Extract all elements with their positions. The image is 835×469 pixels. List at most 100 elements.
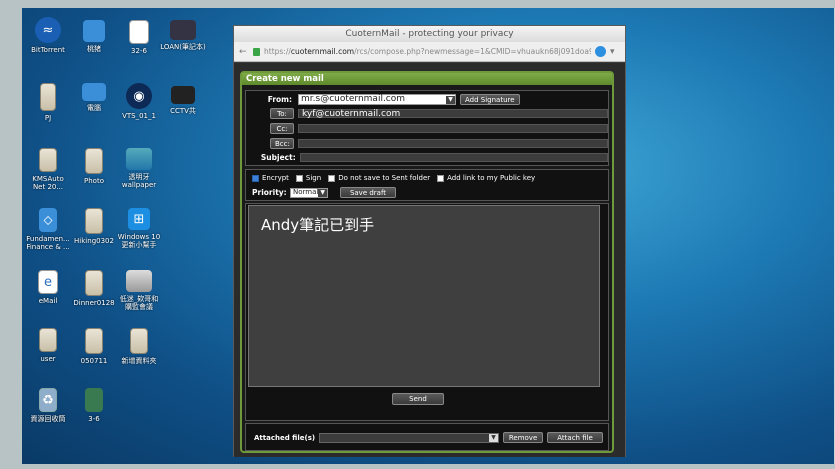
no-save-option[interactable]: Do not save to Sent folder [328,174,430,182]
address-bar[interactable]: ← https://cuoternmail.com/rcs/compose.ph… [234,42,625,62]
priority-select[interactable]: Normal ▼ [290,187,328,198]
attachments-section: Attached file(s) ▼ Remove Attach file [245,423,609,451]
header-section: From: mr.s@cuoternmail.com ▼ Add Signatu… [245,90,609,166]
folder-icon [40,83,56,111]
url-text[interactable]: https://cuoternmail.com/rcs/compose.php?… [264,47,591,56]
compose-panel: Create new mail From: mr.s@cuoternmail.c… [240,71,614,453]
to-button[interactable]: To: [270,108,294,119]
subject-field[interactable] [299,153,608,162]
options-section: Encrypt Sign Do not save to Sent folder … [245,169,609,201]
desktop-icon-cctv[interactable]: CCTV共 [156,86,210,115]
subject-row: Subject: [246,153,608,162]
bittorrent-icon: ≈ [35,17,61,43]
browser-window: CuoternMail - protecting your privacy ← … [233,25,626,457]
desktop-icon-label: 3-6 [88,415,100,423]
bcc-field[interactable] [298,139,608,148]
back-icon[interactable]: ← [239,47,249,57]
desktop-icon-wallpaper[interactable]: 透明牙 wallpaper [112,148,166,189]
desktop-icon-label: PJ [44,114,52,122]
folder-icon [83,20,105,42]
message-body-text: Andy筆記已到手 [261,216,375,234]
page-content: Create new mail From: mr.s@cuoternmail.c… [234,63,625,457]
attach-file-button[interactable]: Attach file [547,432,604,443]
from-label: From: [267,95,292,104]
priority-value: Normal [293,188,319,196]
lock-icon [253,47,260,56]
desktop-icon-label: 透明牙 wallpaper [121,173,157,189]
desktop-icon-label: Windows 10 更新小幫手 [117,233,161,249]
priority-label: Priority: [252,188,287,197]
url-prefix: https:// [264,47,291,56]
priority-row: Priority: Normal ▼ Save draft [252,187,396,198]
send-button[interactable]: Send [392,393,444,405]
desktop-icon-new-folder[interactable]: 新增資料夾 [112,328,166,365]
monitor-bezel [0,0,22,469]
from-value: mr.s@cuoternmail.com [301,94,406,104]
add-signature-button[interactable]: Add Signature [460,94,520,105]
from-row: From: mr.s@cuoternmail.com ▼ Add Signatu… [246,94,608,105]
message-body[interactable]: Andy筆記已到手 [248,205,600,387]
save-draft-button[interactable]: Save draft [340,187,396,198]
attachments-row: Attached file(s) ▼ Remove Attach file [254,432,604,443]
encrypt-checkbox[interactable] [252,174,259,182]
public-key-option[interactable]: Add link to my Public key [437,174,535,182]
sign-checkbox[interactable] [295,174,303,182]
url-path: /rcs/compose.php?newmessage=1&CMID=vhuau… [354,47,591,56]
document-icon [85,388,103,412]
desktop-icon-windows10[interactable]: ⊞ Windows 10 更新小幫手 [112,208,166,249]
desktop-icon-label: 新增資料夾 [121,357,157,365]
public-key-checkbox[interactable] [437,174,445,182]
chevron-down-icon: ▼ [446,95,455,104]
sign-option[interactable]: Sign [295,174,321,182]
subject-label: Subject: [260,153,296,162]
document-icon: ⬦ [39,208,57,232]
image-icon [126,270,152,292]
cc-field[interactable] [298,124,608,133]
desktop-icon-label: CCTV共 [170,107,196,115]
compose-title: Create new mail [242,73,612,85]
bcc-row: Bcc: [246,138,608,149]
encrypt-option[interactable]: Encrypt [252,174,289,182]
send-row: Send [392,393,444,405]
folder-icon [85,208,103,234]
image-icon [126,148,152,170]
app-icon [170,20,196,40]
monitor-bezel [0,0,835,8]
url-domain: cuoternmail.com [290,47,355,56]
desktop-icon-loan[interactable]: LOAN(筆記本) [156,20,210,51]
desktop-icon-label: LOAN(筆記本) [160,43,206,51]
desktop-icon-label: 低迷_欸哥和 購監會議 [119,295,159,311]
from-select[interactable]: mr.s@cuoternmail.com ▼ [298,94,456,105]
remove-button[interactable]: Remove [503,432,544,443]
attached-files-label: Attached file(s) [254,433,316,442]
options-row: Encrypt Sign Do not save to Sent folder … [252,174,542,182]
chevron-down-icon: ▼ [318,188,327,197]
app-icon [171,86,195,104]
cc-button[interactable]: Cc: [270,123,294,134]
bcc-button[interactable]: Bcc: [270,138,294,149]
to-row: To: kyf@cuoternmail.com [246,108,608,119]
chevron-down-icon: ▼ [489,433,499,442]
no-save-checkbox[interactable] [328,174,336,182]
window-title: CuoternMail - protecting your privacy [234,26,625,42]
computer-icon [82,83,106,101]
extension-icon[interactable] [595,46,606,57]
desktop-icon-meeting[interactable]: 低迷_欸哥和 購監會議 [112,270,166,311]
attached-files-select[interactable]: ▼ [319,432,500,443]
monitor-bezel [0,464,835,469]
document-icon [39,148,57,172]
menu-icon[interactable]: ▾ [610,47,620,57]
user-icon [39,328,57,352]
folder-icon [130,328,148,354]
folder-icon [85,328,103,354]
recycle-bin-icon: ♻ [39,388,57,412]
folder-icon [85,270,103,296]
encrypt-label: Encrypt [262,174,289,182]
document-icon: e [38,270,58,294]
no-save-label: Do not save to Sent folder [338,174,431,182]
to-field[interactable]: kyf@cuoternmail.com [298,109,608,119]
document-icon [129,20,149,44]
public-key-label: Add link to my Public key [447,174,536,182]
desktop-icon-3-6[interactable]: 3-6 [67,388,121,423]
folder-icon [85,148,103,174]
